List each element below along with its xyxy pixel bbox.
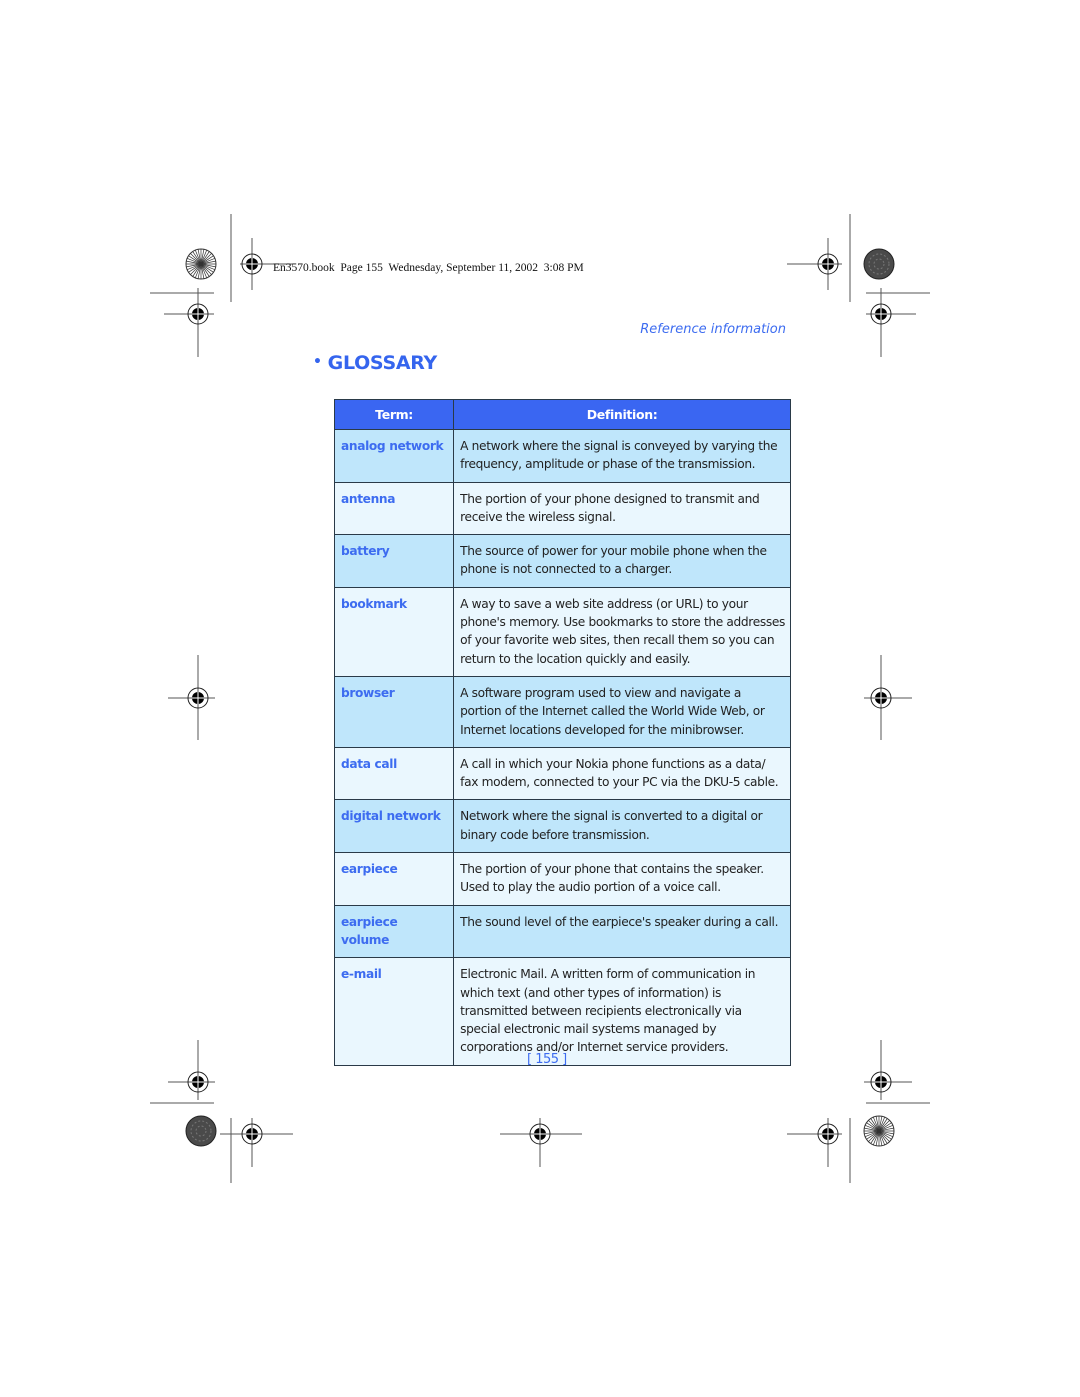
glossary-definition: A call in which your Nokia phone functio… <box>453 746 791 801</box>
table-row: analog network A network where the signal… <box>333 429 791 483</box>
definition-line: The portion of your phone that contains … <box>460 862 764 877</box>
definition-line: transmitted between recipients electroni… <box>460 1003 742 1018</box>
definition-line: A way to save a web site address (or URL… <box>460 596 748 611</box>
table-row: battery The source of power for your mobi… <box>333 534 791 588</box>
definition-line: phone's memory. Use bookmarks to store t… <box>460 615 785 630</box>
definition-line: The sound level of the earpiece's speake… <box>460 914 779 929</box>
table-row: earpiece The portion of your phone that c… <box>333 852 791 906</box>
color-bar-disc-icon <box>863 248 895 280</box>
glossary-term: earpiece <box>333 852 455 906</box>
definition-line: A call in which your Nokia phone functio… <box>460 756 766 771</box>
definition-line: A software program used to view and navi… <box>460 685 742 700</box>
column-header-term: Term: <box>333 399 455 430</box>
section-label: Reference information <box>640 322 786 337</box>
page-title-text: GLOSSARY <box>327 352 438 374</box>
glossary-definition: A software program used to view and navi… <box>453 675 791 748</box>
starburst-icon <box>863 1115 895 1147</box>
definition-line: Network where the signal is converted to… <box>460 809 763 824</box>
definition-line: fax modem, connected to your PC via the … <box>460 775 779 790</box>
definition-line: frequency, amplitude or phase of the tra… <box>460 457 756 472</box>
glossary-definition: Network where the signal is converted to… <box>453 799 791 854</box>
glossary-definition: A way to save a web site address (or URL… <box>453 586 791 677</box>
table-row: data call A call in which your Nokia phon… <box>333 746 791 801</box>
table-row: earpiece volume The sound level of the ea… <box>333 904 791 959</box>
page-title: • GLOSSARY <box>313 352 437 374</box>
definition-line: Internet locations developed for the min… <box>460 722 744 737</box>
definition-line: corporations and/or Internet service pro… <box>460 1040 729 1055</box>
glossary-term: digital network <box>333 799 455 854</box>
glossary-term: browser <box>333 675 455 748</box>
definition-line: return to the location quickly and easil… <box>460 651 691 666</box>
table-row: digital network Network where the signal … <box>333 799 791 854</box>
glossary-definition: The source of power for your mobile phon… <box>453 534 791 588</box>
glossary-term: e-mail <box>333 957 455 1066</box>
page-number: [ 155 ] <box>527 1052 567 1067</box>
glossary-term: antenna <box>333 481 455 536</box>
glossary-body: analog network A network where the signal… <box>333 429 791 1066</box>
definition-line: of your favorite web sites, then recall … <box>460 633 775 648</box>
table-header-row: Term: Definition: <box>333 399 791 430</box>
print-slug: En3570.book Page 155 Wednesday, Septembe… <box>273 262 584 274</box>
glossary-definition: Electronic Mail. A written form of commu… <box>453 957 791 1066</box>
glossary-table: Term: Definition: analog network A networ… <box>333 399 791 1066</box>
color-bar-disc-icon <box>185 1115 217 1147</box>
column-header-definition: Definition: <box>453 399 791 430</box>
glossary-term: data call <box>333 746 455 801</box>
definition-line: phone is not connected to a charger. <box>460 562 672 577</box>
definition-line: binary code before transmission. <box>460 827 650 842</box>
glossary-definition: The sound level of the earpiece's speake… <box>453 904 791 959</box>
definition-line: portion of the Internet called the World… <box>460 704 765 719</box>
definition-line: which text (and other types of informati… <box>460 985 722 1000</box>
table-row: e-mail Electronic Mail. A written form of… <box>333 957 791 1066</box>
definition-line: Used to play the audio portion of a voic… <box>460 880 721 895</box>
glossary-definition: A network where the signal is conveyed b… <box>453 429 791 483</box>
definition-line: The source of power for your mobile phon… <box>460 544 767 559</box>
glossary-definition: The portion of your phone that contains … <box>453 852 791 906</box>
glossary-term: analog network <box>333 429 455 483</box>
glossary-term: earpiece volume <box>333 904 455 959</box>
glossary-term: bookmark <box>333 586 455 677</box>
definition-line: Electronic Mail. A written form of commu… <box>460 967 756 982</box>
table-row: antenna The portion of your phone designe… <box>333 481 791 536</box>
table-row: browser A software program used to view a… <box>333 675 791 748</box>
glossary-term: battery <box>333 534 455 588</box>
definition-line: special electronic mail systems managed … <box>460 1022 717 1037</box>
glossary-definition: The portion of your phone designed to tr… <box>453 481 791 536</box>
starburst-icon <box>185 248 217 280</box>
bullet-icon: • <box>313 354 322 370</box>
table-row: bookmark A way to save a web site address… <box>333 586 791 677</box>
definition-line: receive the wireless signal. <box>460 509 616 524</box>
definition-line: The portion of your phone designed to tr… <box>460 491 760 506</box>
definition-line: A network where the signal is conveyed b… <box>460 439 778 453</box>
